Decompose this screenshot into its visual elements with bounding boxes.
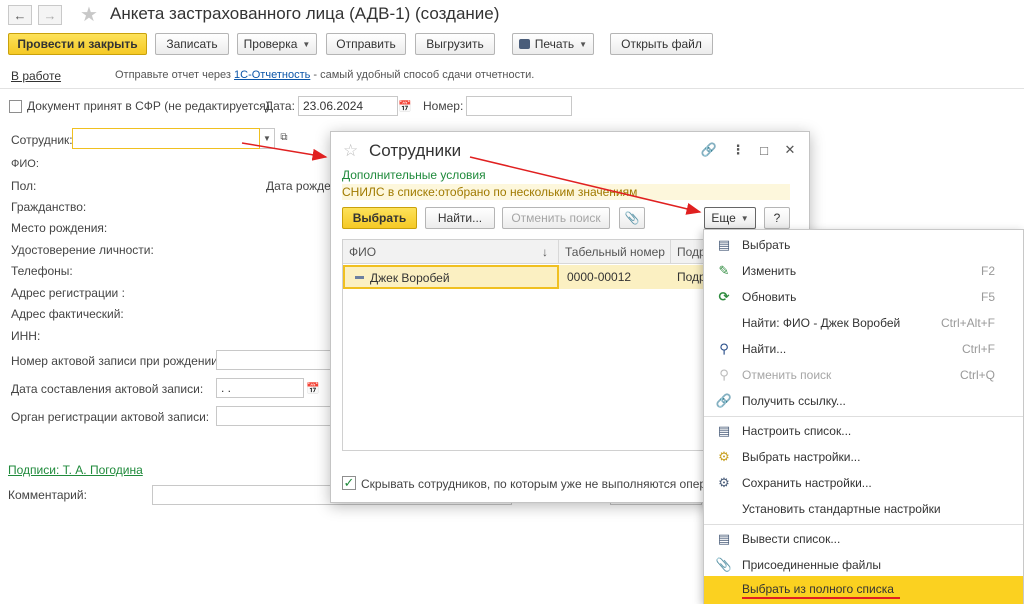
arrow-to-dialog [241, 142, 328, 161]
arrow-to-more [469, 156, 702, 215]
annotation-arrows [241, 142, 702, 215]
